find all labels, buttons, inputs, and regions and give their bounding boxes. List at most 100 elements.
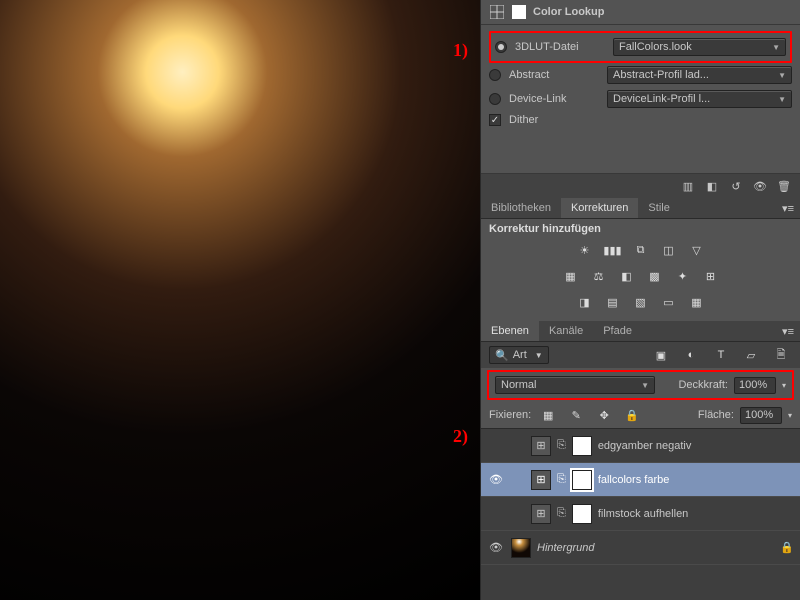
abstract-radio[interactable] bbox=[489, 69, 501, 81]
lock-pixels-icon[interactable]: ✎ bbox=[565, 406, 587, 424]
tab-stile[interactable]: Stile bbox=[638, 198, 679, 218]
adjustments-subtitle: Korrektur hinzufügen bbox=[481, 219, 800, 239]
reset-icon[interactable]: ↺ bbox=[728, 178, 744, 194]
highlight-blend-row: Normal▼ Deckkraft: 100% ▾ bbox=[487, 370, 794, 400]
background-thumb bbox=[511, 538, 531, 558]
tab-ebenen[interactable]: Ebenen bbox=[481, 321, 539, 341]
adjustment-thumb: ⊞ bbox=[531, 470, 551, 490]
levels-icon[interactable]: ▮▮▮ bbox=[602, 241, 624, 259]
adjustments-tabs: Bibliotheken Korrekturen Stile ▾≡ bbox=[481, 198, 800, 219]
layers-menu-icon[interactable]: ▾≡ bbox=[776, 325, 800, 338]
vibrance-icon[interactable]: ▽ bbox=[686, 241, 708, 259]
visibility-icon[interactable]: 👁 bbox=[752, 178, 768, 194]
layer-list: ⊞ ⎘ edgyamber negativ 👁 ⊞ ⎘ fallcolors f… bbox=[481, 428, 800, 600]
layer-name[interactable]: edgyamber negativ bbox=[598, 440, 692, 452]
tab-korrekturen[interactable]: Korrekturen bbox=[561, 198, 638, 218]
dither-row: ✓ Dither bbox=[489, 111, 792, 129]
mask-thumb[interactable] bbox=[572, 436, 592, 456]
adjustment-thumb: ⊞ bbox=[531, 436, 551, 456]
posterize-icon[interactable]: ▤ bbox=[602, 293, 624, 311]
layer-row[interactable]: ⊞ ⎘ filmstock aufhellen bbox=[481, 497, 800, 531]
tab-pfade[interactable]: Pfade bbox=[593, 321, 642, 341]
opacity-label: Deckkraft: bbox=[678, 379, 728, 391]
layer-row[interactable]: ⊞ ⎘ edgyamber negativ bbox=[481, 429, 800, 463]
filter-type-icon[interactable]: T bbox=[710, 346, 732, 364]
mask-thumb[interactable] bbox=[572, 504, 592, 524]
invert-icon[interactable]: ◨ bbox=[574, 293, 596, 311]
lock-position-icon[interactable]: ✥ bbox=[593, 406, 615, 424]
color-balance-icon[interactable]: ⚖ bbox=[588, 267, 610, 285]
layer-name[interactable]: fallcolors farbe bbox=[598, 474, 670, 486]
abstract-label: Abstract bbox=[509, 69, 599, 81]
fill-value[interactable]: 100% bbox=[740, 407, 782, 424]
opacity-slider-icon[interactable]: ▾ bbox=[782, 381, 786, 390]
filter-smart-icon[interactable]: 🗎 bbox=[770, 346, 792, 364]
lut-radio[interactable] bbox=[495, 41, 507, 53]
lock-fill-row: Fixieren: ▦ ✎ ✥ 🔒 Fläche: 100% ▾ bbox=[481, 402, 800, 428]
dither-checkbox[interactable]: ✓ bbox=[489, 114, 501, 126]
lock-all-icon[interactable]: 🔒 bbox=[621, 406, 643, 424]
panel-menu-icon[interactable]: ▾≡ bbox=[776, 202, 800, 215]
brightness-icon[interactable]: ☀ bbox=[574, 241, 596, 259]
gradient-map-icon[interactable]: ▭ bbox=[658, 293, 680, 311]
highlight-lut-row: 3DLUT-Datei FallColors.look▼ bbox=[489, 31, 792, 63]
opacity-value[interactable]: 100% bbox=[734, 377, 776, 394]
blend-mode-dropdown[interactable]: Normal▼ bbox=[495, 376, 655, 394]
filter-pixel-icon[interactable]: ▣ bbox=[650, 346, 672, 364]
adjustment-icons-row1: ☀ ▮▮▮ ⧉ ◫ ▽ bbox=[481, 239, 800, 265]
lock-icon: 🔒 bbox=[780, 541, 794, 554]
annotation-2: 2) bbox=[453, 426, 468, 447]
tab-kanaele[interactable]: Kanäle bbox=[539, 321, 593, 341]
layer-name[interactable]: filmstock aufhellen bbox=[598, 508, 689, 520]
blend-opacity-row: Normal▼ Deckkraft: 100% ▾ bbox=[493, 374, 788, 396]
photo-filter-icon[interactable]: ▩ bbox=[644, 267, 666, 285]
adjustment-footer: ▥ ◧ ↺ 👁 🗑 bbox=[481, 173, 800, 198]
lut-row: 3DLUT-Datei FallColors.look▼ bbox=[495, 35, 786, 59]
link-icon: ⎘ bbox=[557, 507, 566, 520]
lock-transparency-icon[interactable]: ▦ bbox=[537, 406, 559, 424]
hue-icon[interactable]: ▦ bbox=[560, 267, 582, 285]
selective-color-icon[interactable]: ▦ bbox=[686, 293, 708, 311]
adjustment-icons-row2: ▦ ⚖ ◧ ▩ ✦ ⊞ bbox=[481, 265, 800, 291]
document-canvas[interactable]: 1) 2) bbox=[0, 0, 480, 600]
devicelink-label: Device-Link bbox=[509, 93, 599, 105]
link-icon: ⎘ bbox=[557, 473, 566, 486]
color-lookup-header: Color Lookup bbox=[481, 0, 800, 25]
grid-icon bbox=[489, 4, 505, 20]
right-panels: Color Lookup 3DLUT-Datei FallColors.look… bbox=[480, 0, 800, 600]
dither-label: Dither bbox=[509, 114, 538, 126]
layers-tabs: Ebenen Kanäle Pfade ▾≡ bbox=[481, 321, 800, 342]
visibility-toggle[interactable] bbox=[487, 437, 505, 455]
devicelink-dropdown[interactable]: DeviceLink-Profil l...▼ bbox=[607, 90, 792, 108]
fill-label: Fläche: bbox=[698, 409, 734, 421]
exposure-icon[interactable]: ◫ bbox=[658, 241, 680, 259]
abstract-dropdown[interactable]: Abstract-Profil lad...▼ bbox=[607, 66, 792, 84]
threshold-icon[interactable]: ▧ bbox=[630, 293, 652, 311]
lut-dropdown[interactable]: FallColors.look▼ bbox=[613, 38, 786, 56]
tab-bibliotheken[interactable]: Bibliotheken bbox=[481, 198, 561, 218]
lut-label: 3DLUT-Datei bbox=[515, 41, 605, 53]
visibility-toggle[interactable] bbox=[487, 505, 505, 523]
view-prev-icon[interactable]: ◧ bbox=[704, 178, 720, 194]
color-lookup-icon[interactable]: ⊞ bbox=[700, 267, 722, 285]
curves-icon[interactable]: ⧉ bbox=[630, 241, 652, 259]
spacer bbox=[481, 135, 800, 173]
layer-filter-row: 🔍 Art ▼ ▣ ◐ T ▱ 🗎 bbox=[481, 342, 800, 368]
layer-name[interactable]: Hintergrund bbox=[537, 542, 594, 554]
channel-mixer-icon[interactable]: ✦ bbox=[672, 267, 694, 285]
bw-icon[interactable]: ◧ bbox=[616, 267, 638, 285]
visibility-toggle[interactable]: 👁 bbox=[487, 471, 505, 489]
visibility-toggle[interactable]: 👁 bbox=[487, 539, 505, 557]
document-photo bbox=[0, 0, 480, 600]
fill-slider-icon[interactable]: ▾ bbox=[788, 411, 792, 420]
devicelink-radio[interactable] bbox=[489, 93, 501, 105]
clip-icon[interactable]: ▥ bbox=[680, 178, 696, 194]
annotation-1: 1) bbox=[453, 40, 468, 61]
layer-row[interactable]: 👁 Hintergrund 🔒 bbox=[481, 531, 800, 565]
filter-shape-icon[interactable]: ▱ bbox=[740, 346, 762, 364]
mask-thumb[interactable] bbox=[572, 470, 592, 490]
trash-icon[interactable]: 🗑 bbox=[776, 178, 792, 194]
layer-filter-dropdown[interactable]: 🔍 Art ▼ bbox=[489, 346, 549, 364]
filter-adjust-icon[interactable]: ◐ bbox=[680, 346, 702, 364]
layer-row[interactable]: 👁 ⊞ ⎘ fallcolors farbe bbox=[481, 463, 800, 497]
